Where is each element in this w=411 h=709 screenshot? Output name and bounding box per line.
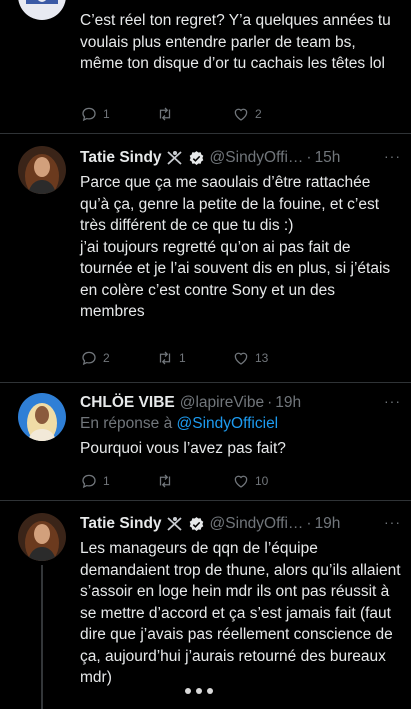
retweet-button[interactable] <box>156 472 232 490</box>
tweet-text: Parce que ça me saoulais d’être rattaché… <box>80 174 391 320</box>
tweet-header: Tatie Sindy @SindyOffi… · 19h <box>80 514 401 534</box>
pager-dot <box>196 688 202 694</box>
reply-button[interactable]: 2 <box>80 349 156 367</box>
reply-prefix: En réponse à <box>80 415 173 432</box>
reply-icon <box>82 107 96 121</box>
retweet-icon <box>159 107 171 121</box>
verified-badge-icon <box>188 150 205 167</box>
separator-dot: · <box>306 149 312 166</box>
avatar[interactable] <box>18 146 66 194</box>
more-options-icon[interactable]: ··· <box>384 514 401 530</box>
retweet-icon <box>159 351 171 365</box>
reply-count: 1 <box>103 107 110 121</box>
tweet-actions: 2 1 13 <box>80 347 310 369</box>
fencing-emoji-icon <box>166 516 184 532</box>
handle[interactable]: @SindyOffi… <box>210 515 304 533</box>
reply-icon <box>82 351 96 365</box>
reply-button[interactable]: 1 <box>80 105 156 123</box>
tweet-header: CHLÖE VIBE @lapireVibe · 19h <box>80 393 401 413</box>
tweet-actions: 1 10 <box>80 470 310 492</box>
display-name[interactable]: CHLÖE VIBE <box>80 394 175 412</box>
pager-dot <box>185 688 191 694</box>
fencing-emoji-icon <box>166 150 184 166</box>
tweet-1[interactable]: Tatie Sindy @SindyOffi… · 15h ··· Parce … <box>0 134 411 382</box>
timestamp[interactable]: 15h <box>315 149 341 167</box>
thread-line <box>41 565 43 709</box>
like-count: 13 <box>255 351 269 365</box>
heart-icon <box>234 475 248 488</box>
like-count: 10 <box>255 474 269 488</box>
tweet-header: Tatie Sindy @SindyOffi… · 15h <box>80 148 401 168</box>
verified-badge-icon <box>188 516 205 533</box>
retweet-icon <box>159 474 171 488</box>
tweet-0[interactable]: C’est réel ton regret? Y’a quelques anné… <box>0 0 411 133</box>
timestamp[interactable]: 19h <box>315 515 341 533</box>
retweet-button[interactable]: 1 <box>156 349 232 367</box>
tweet-text: Pourquoi vous l’avez pas fait? <box>80 440 286 457</box>
retweet-button[interactable] <box>156 105 232 123</box>
handle[interactable]: @SindyOffi… <box>210 149 304 167</box>
reply-count: 2 <box>103 351 110 365</box>
tweet-2[interactable]: CHLÖE VIBE @lapireVibe · 19h ··· En répo… <box>0 383 411 500</box>
more-options-icon[interactable]: ··· <box>384 148 401 164</box>
reply-context: En réponse à @SindyOfficiel <box>80 413 401 434</box>
like-button[interactable]: 10 <box>232 472 308 490</box>
reply-icon <box>82 474 96 488</box>
avatar[interactable] <box>18 393 66 441</box>
avatar[interactable] <box>18 0 66 20</box>
more-options-icon[interactable]: ··· <box>384 393 401 409</box>
tweet-actions: 1 2 <box>80 103 310 125</box>
tweet-3[interactable]: Tatie Sindy @SindyOffi… · 19h ··· Les ma… <box>0 501 411 709</box>
reply-mention-link[interactable]: @SindyOfficiel <box>177 415 279 432</box>
like-button[interactable]: 13 <box>232 349 308 367</box>
heart-icon <box>234 108 248 121</box>
display-name[interactable]: Tatie Sindy <box>80 515 162 533</box>
like-button[interactable]: 2 <box>232 105 308 123</box>
tweet-text: Les manageurs de qqn de l’équipe demanda… <box>80 540 401 686</box>
reply-count: 1 <box>103 474 110 488</box>
image-pager-dots <box>185 688 213 694</box>
separator-dot: · <box>267 394 273 411</box>
like-count: 2 <box>255 107 262 121</box>
timestamp[interactable]: 19h <box>275 394 301 412</box>
avatar[interactable] <box>18 513 66 561</box>
handle[interactable]: @lapireVibe <box>180 394 264 412</box>
separator-dot: · <box>306 515 312 532</box>
pager-dot <box>207 688 213 694</box>
tweet-text: C’est réel ton regret? Y’a quelques anné… <box>80 12 391 72</box>
heart-icon <box>234 352 248 365</box>
display-name[interactable]: Tatie Sindy <box>80 149 162 167</box>
reply-button[interactable]: 1 <box>80 472 156 490</box>
retweet-count: 1 <box>179 351 186 365</box>
